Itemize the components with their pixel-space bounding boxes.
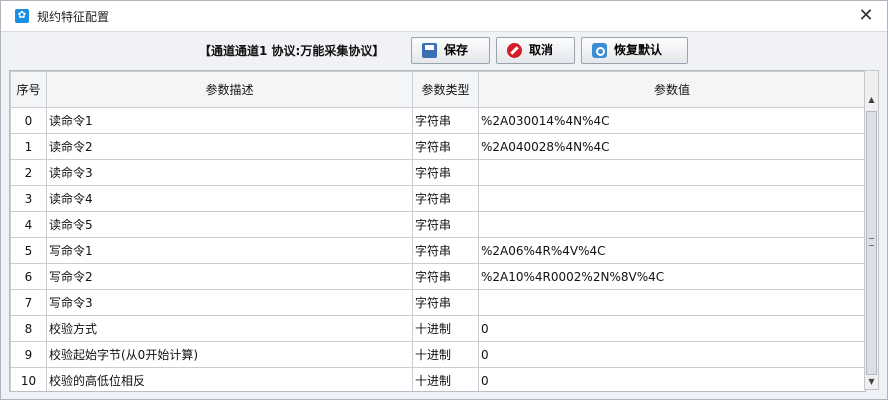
row-type: 字符串 [412,237,479,264]
grip-icon [869,238,874,246]
row-type: 字符串 [412,289,479,316]
row-description: 读命令5 [46,211,413,238]
row-seq: 7 [10,289,47,316]
table-row[interactable]: 5 写命令1 字符串 %2A06%4R%4V%4C [10,237,865,264]
row-type: 十进制 [412,315,479,342]
row-seq: 5 [10,237,47,264]
table-row[interactable]: 3 读命令4 字符串 [10,185,865,212]
column-header-seq[interactable]: 序号 [10,71,47,108]
table-row[interactable]: 9 校验起始字节(从0开始计算) 十进制 0 [10,341,865,368]
row-description: 校验的高低位相反 [46,367,413,391]
table-row[interactable]: 2 读命令3 字符串 [10,159,865,186]
row-seq: 6 [10,263,47,290]
row-value-cell[interactable] [478,159,865,186]
row-value-cell[interactable]: %2A040028%4N%4C [478,133,865,160]
row-description: 校验起始字节(从0开始计算) [46,341,413,368]
row-seq: 1 [10,133,47,160]
row-description: 读命令2 [46,133,413,160]
row-description: 写命令3 [46,289,413,316]
row-type: 字符串 [412,211,479,238]
table-row[interactable]: 0 读命令1 字符串 %2A030014%4N%4C [10,107,865,134]
parameter-table: 序号 参数描述 参数类型 参数值 0 读命令1 字符串 %2A030014%4N… [10,71,865,391]
row-description: 校验方式 [46,315,413,342]
row-type: 字符串 [412,133,479,160]
no-entry-icon [507,43,522,58]
save-button[interactable]: 保存 [411,37,490,64]
table-header-row: 序号 参数描述 参数类型 参数值 [10,71,865,108]
restore-icon [592,43,607,58]
cancel-button-label: 取消 [529,43,554,57]
row-value-cell[interactable]: 0 [478,315,865,342]
gear-icon: ✿ [15,9,29,23]
floppy-disk-icon [422,43,437,58]
table-row[interactable]: 8 校验方式 十进制 0 [10,315,865,342]
row-seq: 10 [10,367,47,391]
row-value-cell[interactable]: %2A06%4R%4V%4C [478,237,865,264]
row-description: 读命令4 [46,185,413,212]
row-seq: 3 [10,185,47,212]
row-seq: 2 [10,159,47,186]
row-seq: 9 [10,341,47,368]
row-type: 十进制 [412,341,479,368]
row-description: 写命令1 [46,237,413,264]
row-value-cell[interactable]: 0 [478,341,865,368]
title-bar: ✿ 规约特征配置 ✕ [1,1,887,31]
cancel-button[interactable]: 取消 [496,37,575,64]
restore-default-button[interactable]: 恢复默认 [581,37,688,64]
row-value-cell[interactable]: %2A10%4R0002%2N%8V%4C [478,263,865,290]
row-value-cell[interactable] [478,185,865,212]
window-title: 规约特征配置 [37,10,110,24]
close-button[interactable]: ✕ [853,4,879,28]
table-row[interactable]: 10 校验的高低位相反 十进制 0 [10,367,865,391]
table-row[interactable]: 4 读命令5 字符串 [10,211,865,238]
row-value-cell[interactable] [478,289,865,316]
row-value-cell[interactable]: 0 [478,367,865,391]
row-type: 字符串 [412,107,479,134]
save-button-label: 保存 [444,43,469,57]
row-seq: 4 [10,211,47,238]
vertical-scrollbar[interactable]: ▲ ▼ [864,70,879,390]
column-header-type[interactable]: 参数类型 [412,71,479,108]
restore-default-button-label: 恢复默认 [614,43,663,57]
close-icon: ✕ [858,5,874,26]
row-description: 写命令2 [46,263,413,290]
scroll-down-arrow-icon[interactable]: ▼ [865,375,878,389]
column-header-description[interactable]: 参数描述 [46,71,413,108]
row-type: 十进制 [412,367,479,391]
channel-protocol-label: 【通道通道1 协议:万能采集协议】 [199,44,385,58]
row-description: 读命令1 [46,107,413,134]
column-header-value[interactable]: 参数值 [478,71,865,108]
table-row[interactable]: 7 写命令3 字符串 [10,289,865,316]
toolbar: 【通道通道1 协议:万能采集协议】 保存 取消 恢复默认 [1,31,887,70]
row-seq: 0 [10,107,47,134]
parameter-table-container: 序号 参数描述 参数类型 参数值 0 读命令1 字符串 %2A030014%4N… [9,70,866,392]
row-type: 字符串 [412,185,479,212]
row-description: 读命令3 [46,159,413,186]
scroll-up-arrow-icon[interactable]: ▲ [865,93,878,107]
row-seq: 8 [10,315,47,342]
table-row[interactable]: 6 写命令2 字符串 %2A10%4R0002%2N%8V%4C [10,263,865,290]
row-type: 字符串 [412,159,479,186]
scrollbar-thumb[interactable] [866,111,877,375]
table-row[interactable]: 1 读命令2 字符串 %2A040028%4N%4C [10,133,865,160]
config-window: ✿ 规约特征配置 ✕ 【通道通道1 协议:万能采集协议】 保存 取消 恢复默认 … [0,0,888,400]
row-type: 字符串 [412,263,479,290]
row-value-cell[interactable]: %2A030014%4N%4C [478,107,865,134]
row-value-cell[interactable] [478,211,865,238]
